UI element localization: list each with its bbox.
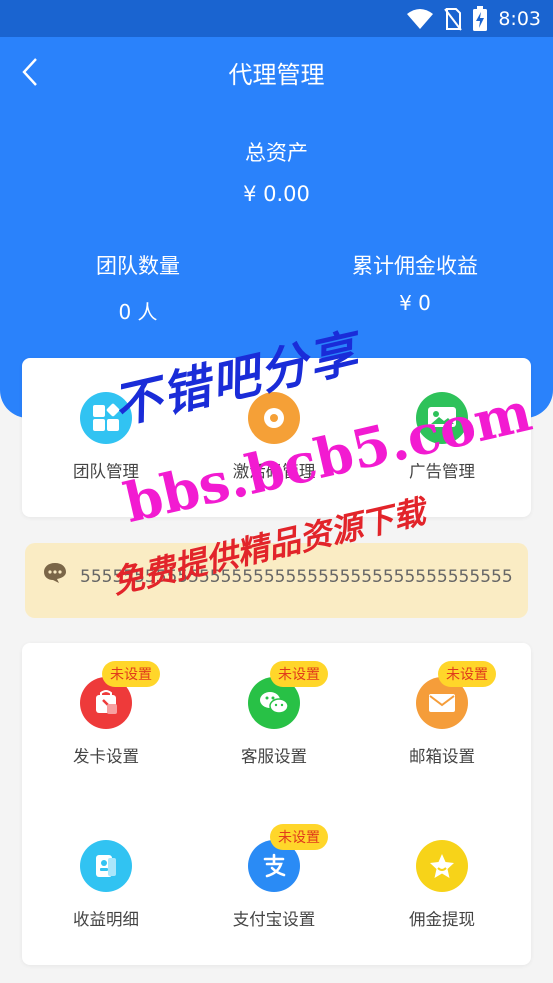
- card-issuing-settings-label: 发卡设置: [73, 747, 139, 766]
- alipay-icon: 未设置: [248, 824, 328, 892]
- star-icon: [416, 840, 468, 892]
- commission-withdraw-button[interactable]: 佣金提现: [367, 840, 517, 930]
- email-settings-button[interactable]: 未设置 邮箱设置: [367, 661, 517, 767]
- customer-service-settings-button[interactable]: 未设置 客服设置: [199, 661, 349, 767]
- alipay-status-badge: 未设置: [270, 824, 328, 850]
- activation-code-management-label: 激活码管理: [232, 462, 316, 481]
- card-issuing-settings-button[interactable]: 未设置 发卡设置: [31, 661, 181, 767]
- card-issuing-status-badge: 未设置: [102, 661, 160, 687]
- activation-code-icon: [248, 392, 300, 444]
- agent-management-screen: 8:03 代理管理 总资产 ¥ 0.00 团队数量 0 人 累计佣金收益 ¥ 0…: [0, 0, 553, 983]
- activation-code-management-button[interactable]: 激活码管理: [199, 392, 349, 482]
- email-status-badge: 未设置: [438, 661, 496, 687]
- card-bag-icon: 未设置: [80, 661, 160, 729]
- team-management-button[interactable]: 团队管理: [31, 392, 181, 482]
- announcement-banner[interactable]: 5555555555555555555555555555555555555555: [25, 543, 528, 618]
- no-sim-icon: [444, 8, 463, 31]
- total-assets-value: ¥ 0.00: [243, 182, 310, 206]
- ad-management-label: 广告管理: [409, 462, 475, 481]
- team-count-label: 团队数量: [96, 254, 180, 278]
- mail-icon: 未设置: [416, 661, 496, 729]
- announcement-text: 5555555555555555555555555555555555555555: [80, 567, 513, 587]
- team-icon: [80, 392, 132, 444]
- team-management-label: 团队管理: [73, 462, 139, 481]
- customer-service-settings-label: 客服设置: [241, 747, 307, 766]
- wifi-icon: [407, 9, 434, 29]
- status-time: 8:03: [498, 8, 541, 30]
- earnings-detail-label: 收益明细: [73, 910, 139, 929]
- agent-menu-card: 团队管理 激活码管理 广告管理: [22, 358, 531, 517]
- total-assets-label: 总资产: [245, 141, 308, 165]
- battery-charging-icon: [473, 6, 488, 31]
- earnings-cards-icon: [80, 840, 132, 892]
- message-icon: [44, 563, 66, 583]
- earnings-detail-button[interactable]: 收益明细: [31, 840, 181, 930]
- nav-bar: 代理管理: [0, 37, 553, 105]
- wechat-icon: 未设置: [248, 661, 328, 729]
- alipay-settings-label: 支付宝设置: [232, 910, 316, 929]
- status-bar: 8:03: [0, 0, 553, 37]
- commission-total-label: 累计佣金收益: [352, 254, 478, 278]
- alipay-settings-button[interactable]: 未设置 支付宝设置: [199, 824, 349, 930]
- customer-service-status-badge: 未设置: [270, 661, 328, 687]
- ad-management-button[interactable]: 广告管理: [367, 392, 517, 482]
- summary-header: 8:03 代理管理 总资产 ¥ 0.00 团队数量 0 人 累计佣金收益 ¥ 0: [0, 0, 553, 418]
- commission-total-value: ¥ 0: [399, 291, 431, 315]
- settings-card: 未设置 发卡设置 未设置 客服设置 未设置 邮箱设置 收益明细 未设置 支付宝设…: [22, 643, 531, 965]
- commission-withdraw-label: 佣金提现: [409, 910, 475, 929]
- page-title: 代理管理: [228, 61, 325, 89]
- ad-image-icon: [416, 392, 468, 444]
- team-count-value: 0 人: [118, 300, 158, 324]
- email-settings-label: 邮箱设置: [409, 747, 475, 766]
